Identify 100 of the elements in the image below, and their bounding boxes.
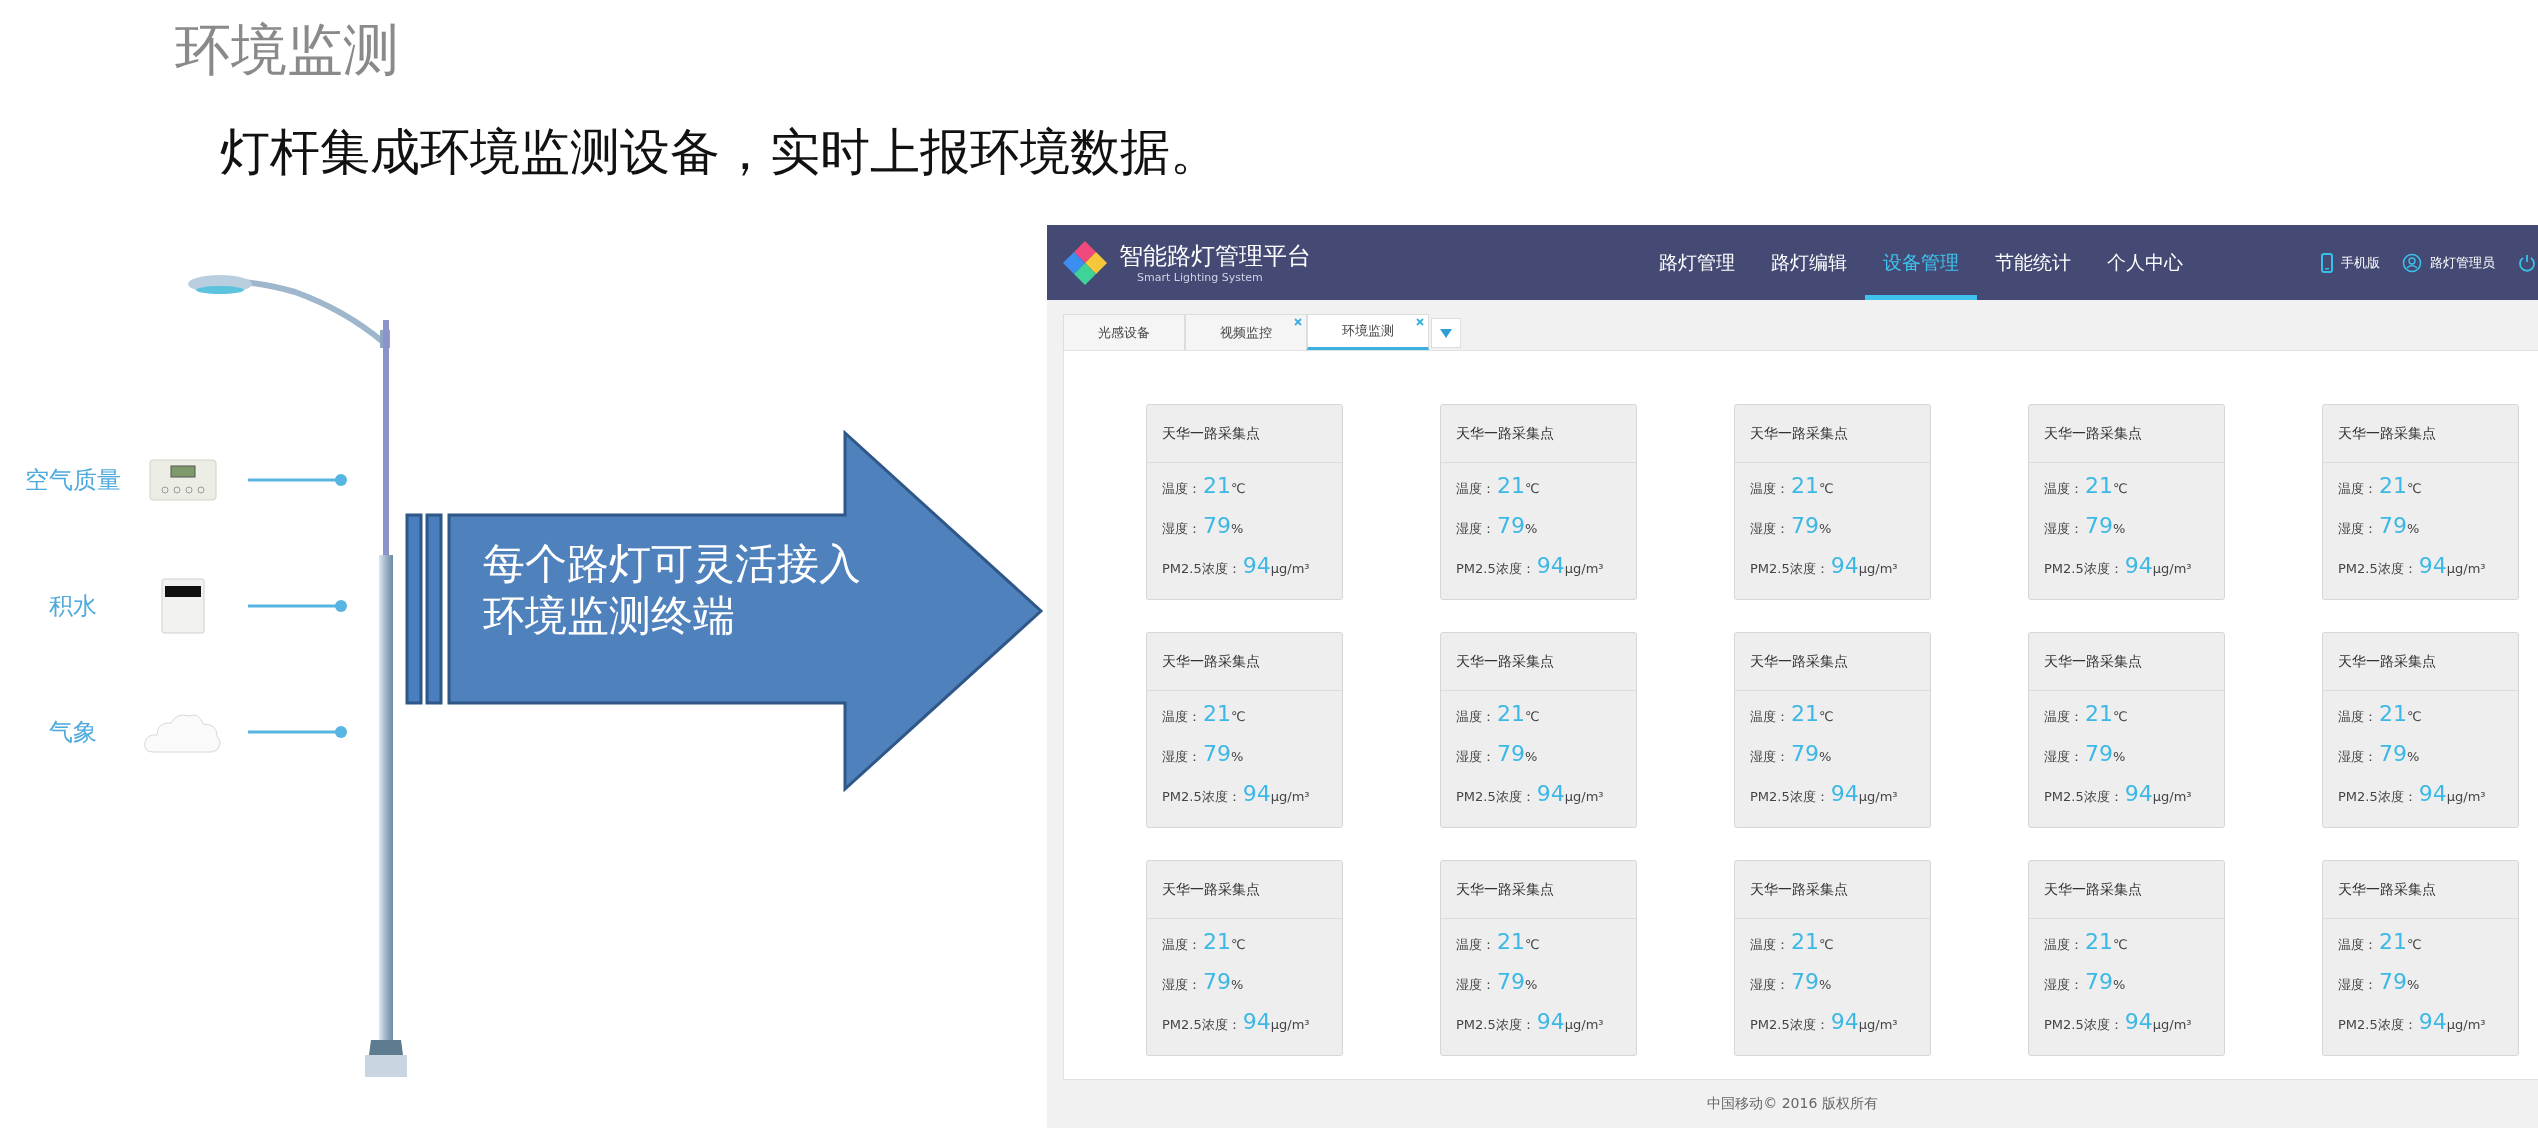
reading-label: 温度： — [2338, 708, 2377, 726]
reading-value: 94 — [1242, 1009, 1271, 1034]
reading-unit: % — [2407, 977, 2420, 992]
reading-label: 湿度： — [1456, 520, 1495, 538]
reading-label: 湿度： — [1750, 748, 1789, 766]
reading-value: 79 — [1791, 513, 1819, 538]
reading-unit: μg/m³ — [2152, 789, 2192, 804]
reading-unit: % — [1819, 521, 1832, 536]
air-quality-monitor-icon — [149, 459, 217, 501]
slide-subtitle: 灯杆集成环境监测设备，实时上报环境数据。 — [220, 122, 1221, 183]
reading-value: 79 — [1791, 969, 1819, 994]
reading-label: PM2.5浓度： — [1456, 560, 1535, 578]
reading-unit: % — [1819, 749, 1832, 764]
reading-unit: ℃ — [2113, 937, 2128, 952]
reading-label: 温度： — [1456, 936, 1495, 954]
nav-tab[interactable]: 个人中心 — [2089, 225, 2201, 300]
card-title: 天华一路采集点 — [1735, 405, 1930, 463]
reading-label: 湿度： — [1162, 520, 1201, 538]
reading-value: 21 — [1203, 473, 1231, 498]
reading-value: 21 — [2379, 929, 2407, 954]
reading-label: PM2.5浓度： — [2338, 560, 2417, 578]
reading-unit: ℃ — [1525, 937, 1540, 952]
reading-value: 21 — [2085, 701, 2113, 726]
page-tab[interactable]: 环境监测 — [1307, 314, 1429, 350]
reading-value: 79 — [1497, 513, 1525, 538]
reading-value: 79 — [1203, 513, 1231, 538]
card-title: 天华一路采集点 — [1735, 633, 1930, 691]
reading-label: PM2.5浓度： — [1750, 788, 1829, 806]
reading-value: 94 — [2124, 781, 2153, 806]
reading-value: 21 — [1497, 929, 1525, 954]
reading-value: 21 — [1203, 701, 1231, 726]
nav-tab[interactable]: 节能统计 — [1977, 225, 2089, 300]
reading-label: 温度： — [1456, 708, 1495, 726]
power-icon[interactable] — [2517, 252, 2537, 273]
reading-value: 94 — [2418, 553, 2447, 578]
reading-label: 湿度： — [1162, 748, 1201, 766]
reading-label: 温度： — [2044, 708, 2083, 726]
nav-tab[interactable]: 路灯管理 — [1641, 225, 1753, 300]
reading-unit: % — [1525, 977, 1538, 992]
reading-unit: μg/m³ — [1858, 561, 1898, 576]
footer-text: 中国移动© 2016 版权所有 — [1707, 1095, 1878, 1113]
reading-label: 湿度： — [2338, 520, 2377, 538]
reading-value: 79 — [2379, 741, 2407, 766]
reading-value: 94 — [1830, 1009, 1859, 1034]
card-title: 天华一路采集点 — [1147, 633, 1342, 691]
reading-unit: % — [1525, 749, 1538, 764]
card-title: 天华一路采集点 — [1441, 633, 1636, 691]
card-title: 天华一路采集点 — [2029, 861, 2224, 919]
close-icon[interactable] — [1416, 318, 1424, 326]
nav-tab[interactable]: 设备管理 — [1865, 225, 1977, 300]
reading-unit: μg/m³ — [2446, 1017, 2486, 1032]
reading-label: 温度： — [1162, 480, 1201, 498]
card-title: 天华一路采集点 — [2323, 861, 2518, 919]
reading-value: 79 — [2085, 969, 2113, 994]
reading-unit: % — [1231, 749, 1244, 764]
reading-label: PM2.5浓度： — [1162, 788, 1241, 806]
mobile-link[interactable]: 手机版 — [2341, 253, 2380, 272]
page-tab[interactable]: 光感设备 — [1063, 314, 1185, 350]
reading-label: 湿度： — [1750, 520, 1789, 538]
reading-value: 94 — [1536, 781, 1565, 806]
reading-value: 94 — [2418, 1009, 2447, 1034]
reading-value: 21 — [2379, 473, 2407, 498]
reading-value: 94 — [2124, 1009, 2153, 1034]
card-title: 天华一路采集点 — [1441, 861, 1636, 919]
reading-unit: μg/m³ — [2152, 561, 2192, 576]
close-icon[interactable] — [1294, 318, 1302, 326]
reading-label: 湿度： — [2338, 748, 2377, 766]
reading-label: 湿度： — [2044, 520, 2083, 538]
reading-unit: ℃ — [1231, 481, 1246, 496]
reading-label: PM2.5浓度： — [2044, 788, 2123, 806]
reading-unit: % — [2407, 749, 2420, 764]
reading-unit: ℃ — [2113, 481, 2128, 496]
reading-value: 79 — [2085, 513, 2113, 538]
reading-value: 21 — [2379, 701, 2407, 726]
tab-dropdown-button[interactable] — [1431, 318, 1461, 348]
reading-value: 79 — [2379, 969, 2407, 994]
reading-unit: μg/m³ — [1270, 561, 1310, 576]
reading-unit: μg/m³ — [1858, 789, 1898, 804]
reading-unit: ℃ — [1231, 937, 1246, 952]
reading-label: 温度： — [2044, 936, 2083, 954]
reading-label: 湿度： — [1162, 976, 1201, 994]
sensor-label: 积水 — [48, 591, 98, 622]
card-title: 天华一路采集点 — [2323, 405, 2518, 463]
reading-value: 21 — [1497, 473, 1525, 498]
reading-unit: ℃ — [1819, 709, 1834, 724]
nav-tab[interactable]: 路灯编辑 — [1753, 225, 1865, 300]
reading-unit: % — [2113, 749, 2126, 764]
reading-value: 79 — [1497, 969, 1525, 994]
reading-value: 94 — [1536, 553, 1565, 578]
reading-label: PM2.5浓度： — [1750, 560, 1829, 578]
reading-value: 21 — [1791, 473, 1819, 498]
reading-unit: ℃ — [2113, 709, 2128, 724]
user-link[interactable]: 路灯管理员 — [2430, 253, 2495, 272]
reading-label: 湿度： — [1750, 976, 1789, 994]
reading-label: PM2.5浓度： — [2338, 788, 2417, 806]
reading-label: 温度： — [1162, 708, 1201, 726]
reading-label: 温度： — [2338, 936, 2377, 954]
reading-unit: ℃ — [1525, 709, 1540, 724]
reading-value: 94 — [1830, 781, 1859, 806]
page-tab[interactable]: 视频监控 — [1185, 314, 1307, 350]
